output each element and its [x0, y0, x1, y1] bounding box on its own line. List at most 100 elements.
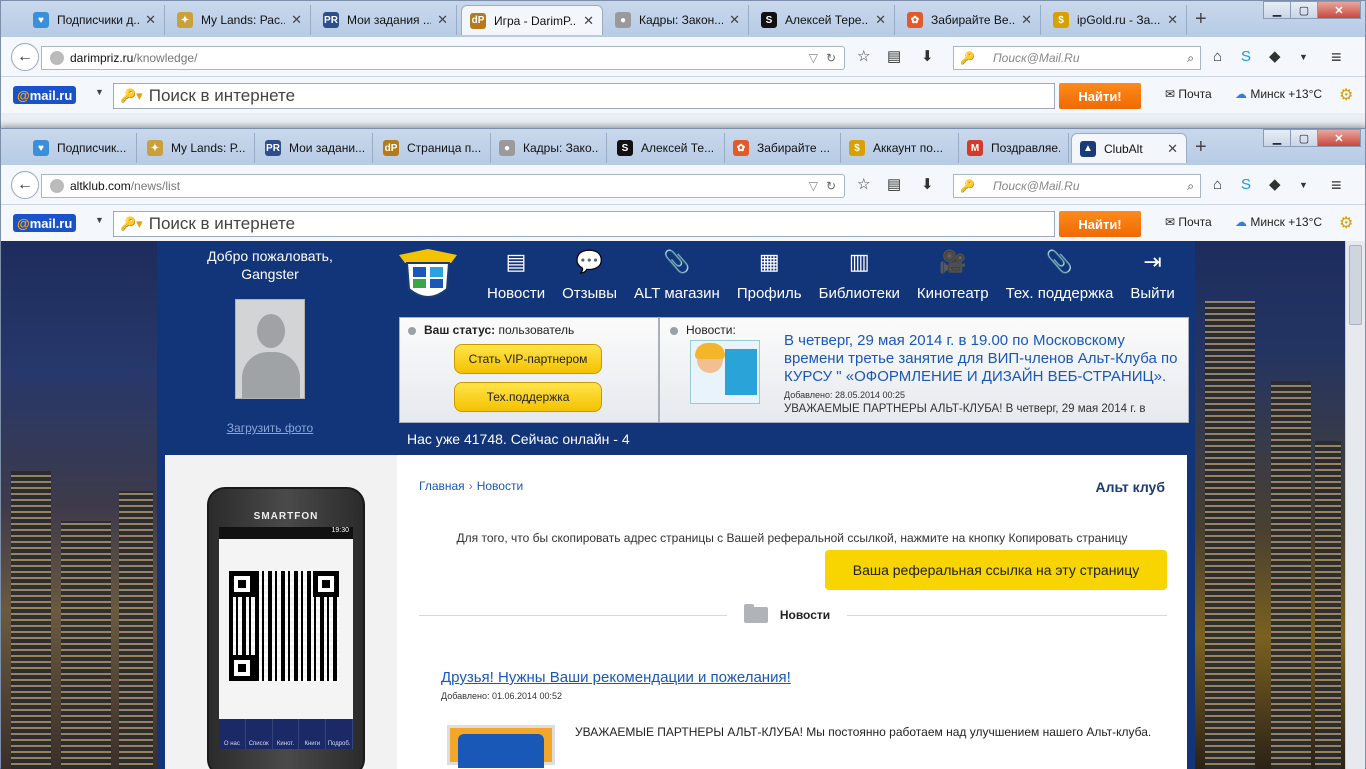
home-icon[interactable]: ⌂ — [1213, 177, 1222, 193]
chevron-down-icon[interactable]: ▼ — [1299, 177, 1308, 193]
home-icon[interactable]: ⌂ — [1213, 49, 1222, 65]
weather-widget[interactable]: ☁ Минск +13°C — [1235, 87, 1322, 101]
star-icon[interactable]: ☆ — [857, 177, 870, 193]
window-close-icon[interactable]: ✕ — [1317, 129, 1361, 147]
internet-search-input[interactable]: 🔑▾ Поиск в интернете — [113, 211, 1055, 237]
news-thumbnail[interactable] — [690, 340, 760, 404]
download-icon[interactable]: ⬇ — [921, 177, 934, 193]
menu-news[interactable]: ▤ Новости — [487, 249, 545, 302]
maximize-icon[interactable]: ▢ — [1290, 1, 1318, 19]
maximize-icon[interactable]: ▢ — [1290, 129, 1318, 147]
url-bar[interactable]: altklub.com/news/list ▽ ↻ — [41, 174, 845, 198]
close-icon[interactable]: ✕ — [1021, 12, 1032, 28]
magnifier-icon[interactable]: ⌕ — [1187, 51, 1194, 66]
news-title-link[interactable]: В четверг, 29 мая 2014 г. в 19.00 по Мос… — [784, 332, 1184, 386]
find-button[interactable]: Найти! — [1059, 83, 1141, 109]
tab-1[interactable]: ✦ My Lands: Рас... ✕ — [169, 5, 311, 35]
dropdown-arrow-icon[interactable]: ▽ — [809, 179, 818, 193]
chevron-down-icon[interactable]: ▼ — [95, 215, 104, 225]
minimize-icon[interactable]: ▁ — [1263, 129, 1291, 147]
menu-reviews[interactable]: 💬 Отзывы — [562, 249, 617, 302]
mail-link[interactable]: ✉ Почта — [1165, 215, 1212, 229]
search-input[interactable]: 🔑 Поиск@Mail.Ru ⌕ — [953, 174, 1201, 198]
tab-3-active[interactable]: dP Игра - DarimP... ✕ — [461, 5, 603, 35]
find-button[interactable]: Найти! — [1059, 211, 1141, 237]
menu-libraries[interactable]: ▥ Библиотеки — [819, 249, 900, 302]
tab-2[interactable]: PR Мои задания ... ✕ — [315, 5, 457, 35]
menu-cinema[interactable]: 🎥 Кинотеатр — [917, 249, 989, 302]
mailru-logo[interactable]: @ mail.ru — [13, 214, 77, 232]
tab-8[interactable]: MПоздравляе... — [959, 133, 1069, 163]
tab-0[interactable]: ♥ Подписчики д... ✕ — [25, 5, 165, 35]
referral-link-button[interactable]: Ваша реферальная ссылка на эту страницу — [825, 550, 1167, 590]
menu-alt-shop[interactable]: 📎 ALT магазин — [634, 249, 720, 302]
close-icon[interactable]: ✕ — [875, 12, 886, 28]
chevron-down-icon[interactable]: ▼ — [95, 87, 104, 97]
gear-icon[interactable]: ⚙ — [1339, 85, 1353, 105]
tab-9-active[interactable]: ▲ ClubAlt ✕ — [1071, 133, 1187, 163]
mail-link[interactable]: ✉ Почта — [1165, 87, 1212, 101]
magnifier-icon[interactable]: ⌕ — [1187, 179, 1194, 194]
qr-code[interactable] — [229, 571, 339, 681]
window-close-icon[interactable]: ✕ — [1317, 1, 1361, 19]
back-arrow-icon[interactable]: ← — [11, 43, 39, 71]
close-icon[interactable]: ✕ — [583, 13, 594, 29]
close-icon[interactable]: ✕ — [291, 12, 302, 28]
dropdown-arrow-icon[interactable]: ▽ — [809, 51, 818, 65]
post-image[interactable] — [447, 725, 555, 768]
close-icon[interactable]: ✕ — [729, 12, 740, 28]
tab-4[interactable]: ● Кадры: Зако... — [491, 133, 607, 163]
tab-4[interactable]: ● Кадры: Закон... ✕ — [607, 5, 749, 35]
reload-icon[interactable]: ↻ — [826, 51, 836, 65]
breadcrumb-home[interactable]: Главная — [419, 479, 465, 493]
back-arrow-icon[interactable]: ← — [11, 171, 39, 199]
hamburger-menu-icon[interactable]: ≡ — [1331, 48, 1342, 66]
close-icon[interactable]: ✕ — [1167, 141, 1178, 157]
menu-profile[interactable]: ▦ Профиль — [737, 249, 802, 302]
menu-logout[interactable]: ⇥ Выйти — [1130, 249, 1174, 302]
gear-icon[interactable]: ⚙ — [1339, 213, 1353, 233]
vertical-scrollbar[interactable] — [1345, 241, 1365, 769]
chevron-down-icon[interactable]: ▼ — [1299, 49, 1308, 65]
weather-widget[interactable]: ☁ Минск +13°C — [1235, 215, 1322, 229]
url-bar[interactable]: darimpriz.ru/knowledge/▽ ↻ — [41, 46, 845, 70]
tab-6[interactable]: ✿ Забирайте ... — [725, 133, 841, 163]
tab-3[interactable]: dP Страница п... — [375, 133, 491, 163]
tab-0[interactable]: ♥ Подписчик... — [25, 133, 137, 163]
star-icon[interactable]: ☆ — [857, 49, 870, 65]
tab-7[interactable]: $ ipGold.ru - За... ✕ — [1045, 5, 1187, 35]
tab-7[interactable]: $ Аккаунт по... — [841, 133, 959, 163]
new-tab-icon[interactable]: + — [1195, 137, 1207, 157]
tab-6[interactable]: ✿ Забирайте Ве... ✕ — [899, 5, 1041, 35]
reading-list-icon[interactable]: ▤ — [887, 177, 901, 193]
hamburger-menu-icon[interactable]: ≡ — [1331, 176, 1342, 194]
tab-5[interactable]: S Алексей Тере... ✕ — [753, 5, 895, 35]
tab-2[interactable]: PR Мои задани... — [257, 133, 373, 163]
avatar[interactable] — [235, 299, 305, 399]
close-icon[interactable]: ✕ — [145, 12, 156, 28]
addon-icon[interactable]: ◆ — [1269, 49, 1281, 65]
become-vip-button[interactable]: Стать VIP-партнером — [454, 344, 602, 374]
breadcrumb-news[interactable]: Новости — [477, 479, 523, 493]
upload-photo-link[interactable]: Загрузить фото — [157, 421, 383, 435]
search-input[interactable]: 🔑 Поиск@Mail.Ru ⌕ — [953, 46, 1201, 70]
close-icon[interactable]: ✕ — [437, 12, 448, 28]
altklub-logo[interactable] — [397, 247, 459, 307]
reload-icon[interactable]: ↻ — [826, 179, 836, 193]
internet-search-input[interactable]: 🔑▾ Поиск в интернете — [113, 83, 1055, 109]
download-icon[interactable]: ⬇ — [921, 49, 934, 65]
close-icon[interactable]: ✕ — [1167, 12, 1178, 28]
skype-icon[interactable]: S — [1241, 177, 1251, 193]
tech-support-button[interactable]: Тех.поддержка — [454, 382, 602, 412]
mailru-logo[interactable]: @ mail.ru — [13, 86, 77, 104]
skype-icon[interactable]: S — [1241, 49, 1251, 65]
tab-5[interactable]: S Алексей Те... — [609, 133, 725, 163]
post-title-link[interactable]: Друзья! Нужны Ваши рекомендации и пожела… — [441, 669, 791, 686]
reading-list-icon[interactable]: ▤ — [887, 49, 901, 65]
menu-support[interactable]: 📎 Тех. поддержка — [1006, 249, 1114, 302]
minimize-icon[interactable]: ▁ — [1263, 1, 1291, 19]
addon-icon[interactable]: ◆ — [1269, 177, 1281, 193]
new-tab-icon[interactable]: + — [1195, 9, 1207, 29]
tab-1[interactable]: ✦ My Lands: Р... — [139, 133, 255, 163]
scrollbar-thumb[interactable] — [1349, 245, 1362, 325]
